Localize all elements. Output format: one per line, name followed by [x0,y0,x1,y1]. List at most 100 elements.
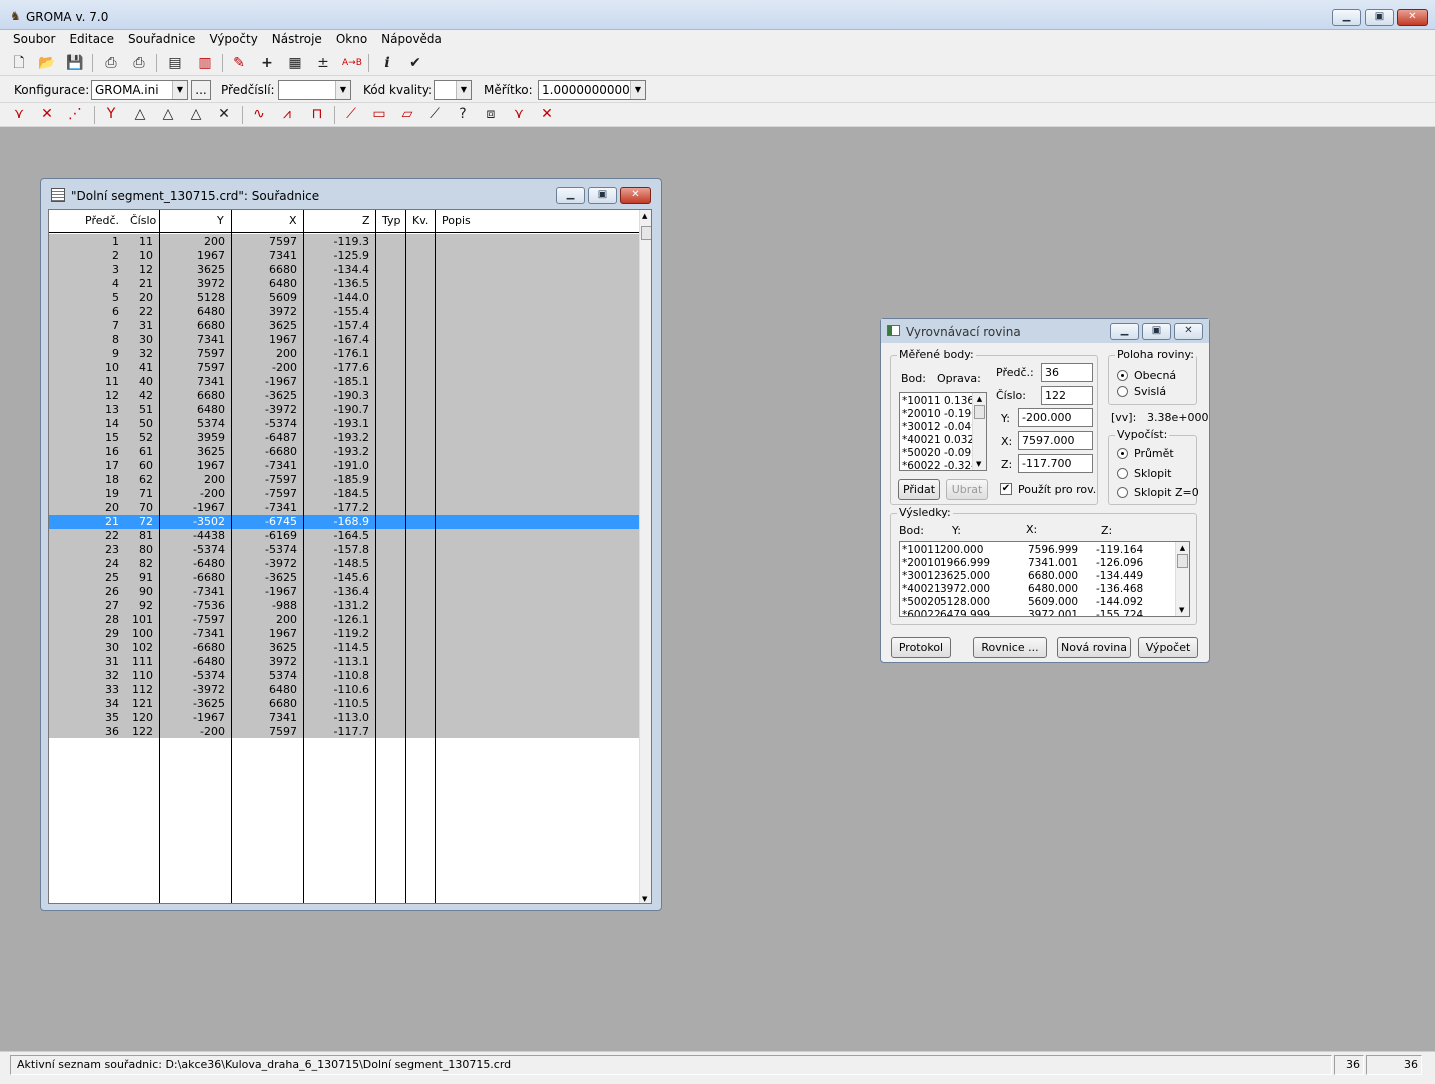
menu-editace[interactable]: Editace [62,30,121,50]
col-popis[interactable]: Popis [442,214,471,227]
list-item[interactable]: *10011 200.000 7596.999 -119.164 [902,544,1172,557]
dropdown-arrow-icon[interactable]: ▼ [172,81,187,99]
pridat-button[interactable]: Přidat [898,479,940,500]
dropdown-arrow-icon[interactable]: ▼ [335,81,350,99]
list-scrollbar[interactable]: ▲ ▼ [972,393,986,470]
x-input[interactable]: 7597.000 [1018,431,1093,450]
coordinate-grid[interactable]: Předč. Číslo Y X Z Typ Kv. Popis 1 11 200 7… [48,209,652,904]
table-row[interactable]: 30 102 -6680 3625 -114.5 [49,641,639,655]
table-row[interactable]: 5 20 5128 5609 -144.0 [49,291,639,305]
orthogonal-icon[interactable]: ⊓ [308,105,326,123]
dropdown-arrow-icon[interactable]: ▼ [630,81,645,99]
maximize-icon[interactable]: ▣ [1365,9,1394,26]
transform-line-icon[interactable]: ⟋ [426,105,444,123]
nova-rovina-button[interactable]: Nová rovina [1057,637,1131,658]
scroll-down-icon[interactable]: ▼ [642,895,647,903]
y-input[interactable]: -200.000 [1018,408,1093,427]
table-row[interactable]: 24 82 -6480 -3972 -148.5 [49,557,639,571]
obecna-radio[interactable] [1117,370,1128,381]
scroll-thumb[interactable] [641,226,651,240]
konfigurace-combo[interactable]: GROMA.ini ▼ [91,80,188,100]
protokol-button[interactable]: Protokol [891,637,951,658]
triangle-icon[interactable]: △ [131,105,149,123]
cross-icon[interactable]: ✕ [215,105,233,123]
print-icon[interactable]: ⎙ [102,54,120,72]
table-row[interactable]: 25 91 -6680 -3625 -145.6 [49,571,639,585]
ab-transform-icon[interactable]: A→B [342,54,362,72]
table-row[interactable]: 16 61 3625 -6680 -193.2 [49,445,639,459]
z-input[interactable]: -117.700 [1018,454,1093,473]
table-row[interactable]: 7 31 6680 3625 -157.4 [49,319,639,333]
help-circle-icon[interactable]: ? [454,105,472,123]
print-preview-icon[interactable]: ⎙ [130,54,148,72]
table-row[interactable]: 23 80 -5374 -5374 -157.8 [49,543,639,557]
table-row[interactable]: 35 120 -1967 7341 -113.0 [49,711,639,725]
list-item[interactable]: *40021 0.032 [902,434,974,447]
table-row[interactable]: 17 60 1967 -7341 -191.0 [49,459,639,473]
sklopit-z0-radio[interactable] [1117,487,1128,498]
menu-vypocty[interactable]: Výpočty [202,30,264,50]
table-row[interactable]: 36 122 -200 7597 -117.7 [49,725,639,739]
sklopit-radio[interactable] [1117,468,1128,479]
col-cislo[interactable]: Číslo [130,214,156,227]
checkmark-icon[interactable]: ✔ [406,54,424,72]
info-icon[interactable]: i [378,54,396,72]
calculator-icon[interactable]: ▦ [286,54,304,72]
results-scrollbar[interactable]: ▲ ▼ [1175,542,1189,616]
col-predc[interactable]: Předč. [85,214,119,227]
cube-icon[interactable]: ⧈ [482,105,500,123]
list-item[interactable]: *40021 3972.000 6480.000 -136.468 [902,583,1172,596]
menu-napoveda[interactable]: Nápověda [374,30,449,50]
close-icon[interactable]: ✕ [620,187,651,204]
add-point-icon[interactable]: + [258,54,276,72]
maximize-icon[interactable]: ▣ [1142,323,1171,340]
traverse-icon[interactable]: ⩘ [278,105,296,123]
compare-icon[interactable]: ✕ [538,105,556,123]
polyline-icon[interactable]: ∿ [250,105,268,123]
list-item[interactable]: *30012 -0.049 [902,421,978,434]
table-row[interactable]: 28 101 -7597 200 -126.1 [49,613,639,627]
protocol-icon[interactable]: ▥ [196,54,214,72]
list-item[interactable]: *60022 -0.324 [902,460,978,470]
maximize-icon[interactable]: ▣ [588,187,617,204]
table-row[interactable]: 20 70 -1967 -7341 -177.2 [49,501,639,515]
minimize-icon[interactable]: ▁ [556,187,585,204]
coordinate-list-icon[interactable]: ▤ [166,54,184,72]
table-row[interactable]: 3 12 3625 6680 -134.4 [49,263,639,277]
table-row[interactable]: 19 71 -200 -7597 -184.5 [49,487,639,501]
area-icon[interactable]: ▱ [398,105,416,123]
cislo-input[interactable]: 122 [1041,386,1093,405]
browse-button[interactable]: ... [191,80,211,100]
angle-icon[interactable]: Y [102,105,120,123]
table-row[interactable]: 11 40 7341 -1967 -185.1 [49,375,639,389]
col-kv[interactable]: Kv. [412,214,428,227]
table-row[interactable]: 27 92 -7536 -988 -131.2 [49,599,639,613]
svisla-radio[interactable] [1117,386,1128,397]
rectangle-icon[interactable]: ▭ [370,105,388,123]
table-row[interactable]: 4 21 3972 6480 -136.5 [49,277,639,291]
close-icon[interactable]: ✕ [1174,323,1203,340]
list-item[interactable]: *60022 6479.999 3972.001 -155.724 [902,609,1172,616]
vertical-scrollbar[interactable]: ▲ ▼ [639,210,651,903]
open-folder-icon[interactable]: 📂 [38,54,56,72]
table-row[interactable]: 15 52 3959 -6487 -193.2 [49,431,639,445]
table-row[interactable]: 9 32 7597 200 -176.1 [49,347,639,361]
table-row[interactable]: 34 121 -3625 6680 -110.5 [49,697,639,711]
menu-nastroje[interactable]: Nástroje [265,30,329,50]
polar-method-icon[interactable]: ⋎ [10,105,28,123]
results-list[interactable]: *10011 200.000 7596.999 -119.164 *20010 1966.… [899,541,1190,617]
meritko-combo[interactable]: 1.000000000000 ▼ [538,80,646,100]
kod-kvality-combo[interactable]: ▼ [434,80,472,100]
list-item[interactable]: *50020 5128.000 5609.000 -144.092 [902,596,1172,609]
menu-souradnice[interactable]: Souřadnice [121,30,202,50]
vypocet-button[interactable]: Výpočet [1138,637,1198,658]
new-file-icon[interactable]: 🗋 [10,54,28,72]
table-row[interactable]: 22 81 -4438 -6169 -164.5 [49,529,639,543]
list-item[interactable]: *20010 -0.196 [902,408,978,421]
table-row[interactable]: 10 41 7597 -200 -177.6 [49,361,639,375]
triangle-2-icon[interactable]: △ [159,105,177,123]
table-row[interactable]: 26 90 -7341 -1967 -136.4 [49,585,639,599]
table-row[interactable]: 21 72 -3502 -6745 -168.9 [49,515,639,529]
table-row[interactable]: 6 22 6480 3972 -155.4 [49,305,639,319]
prumet-radio[interactable] [1117,448,1128,459]
